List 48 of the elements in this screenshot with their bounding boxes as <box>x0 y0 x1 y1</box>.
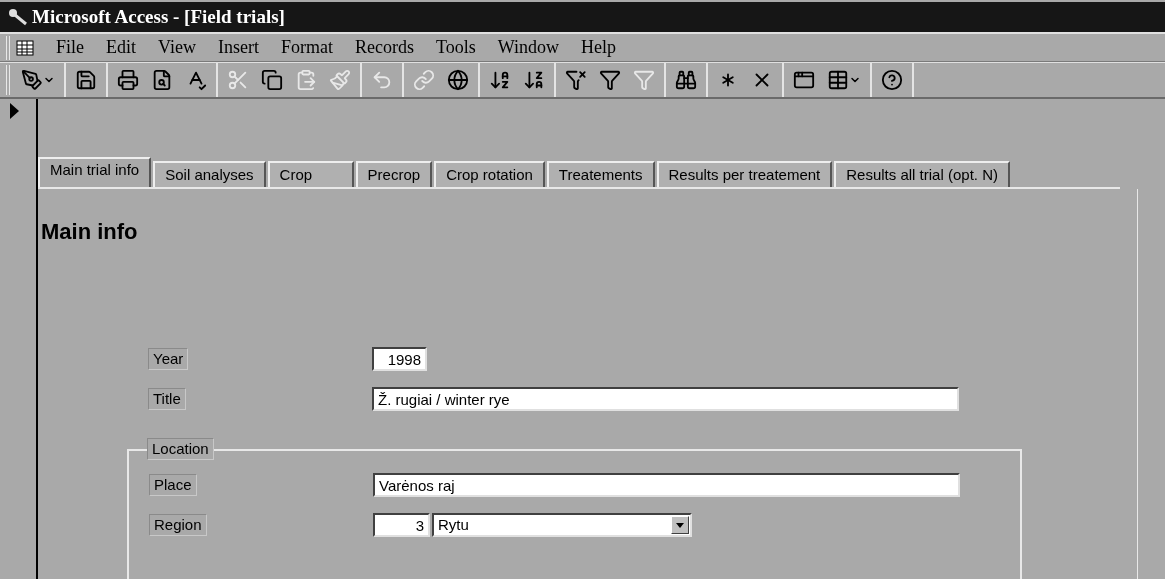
tab[interactable]: Results all trial (opt. N) <box>834 161 1010 187</box>
filter-form-icon <box>599 69 621 92</box>
menu-item[interactable]: Records <box>354 34 414 62</box>
combo-box[interactable]: Rytu <box>432 513 692 537</box>
caret-icon <box>676 522 684 528</box>
dropdown-button[interactable] <box>671 516 689 534</box>
funnel-icon <box>633 69 655 92</box>
tab[interactable]: Crop <box>267 161 354 187</box>
paste-icon <box>295 69 317 92</box>
field-label: Region <box>149 514 207 536</box>
table-icon <box>827 69 849 92</box>
window-title: Microsoft Access - [Field trials] <box>32 5 285 29</box>
field-label: Location <box>147 438 214 460</box>
filter-icon <box>565 69 587 92</box>
menu-item[interactable]: Window <box>497 34 559 62</box>
menu-item[interactable]: Format <box>280 34 333 62</box>
brush-icon <box>329 69 351 92</box>
binoculars-icon <box>675 69 697 92</box>
print-preview-icon <box>151 69 173 92</box>
current-record-icon <box>10 103 19 119</box>
menu-item[interactable]: Tools <box>435 34 476 62</box>
text-field[interactable]: Varėnos raj <box>373 473 960 497</box>
tab[interactable]: Main trial info <box>38 157 152 187</box>
globe-icon <box>447 69 469 92</box>
menu-item[interactable]: Help <box>580 34 616 62</box>
text-field[interactable]: Ž. rugiai / winter rye <box>372 387 959 411</box>
field-label: Place <box>149 474 197 496</box>
tab[interactable]: Precrop <box>355 161 433 187</box>
help-icon <box>881 69 903 92</box>
menu-item[interactable]: View <box>158 34 196 62</box>
copy-icon <box>261 69 283 92</box>
menu-item[interactable]: Edit <box>106 34 136 62</box>
field-label: Title <box>148 388 186 410</box>
tab[interactable]: Soil analyses <box>153 161 266 187</box>
link-icon <box>413 69 435 92</box>
scissors-icon <box>227 69 249 92</box>
number-field[interactable]: 3 <box>373 513 430 537</box>
save-icon <box>75 69 97 92</box>
menu-item[interactable]: File <box>56 34 84 62</box>
number-field[interactable]: 1998 <box>372 347 427 371</box>
field-label: Year <box>148 348 189 370</box>
tab[interactable]: Results per treatement <box>656 161 833 187</box>
section-heading: Main info <box>41 218 139 246</box>
printer-icon <box>117 69 139 92</box>
form-icon <box>16 39 34 56</box>
tab[interactable]: Treatements <box>546 161 655 187</box>
tab[interactable]: Crop rotation <box>434 161 545 187</box>
menu-item[interactable]: Insert <box>217 34 259 62</box>
